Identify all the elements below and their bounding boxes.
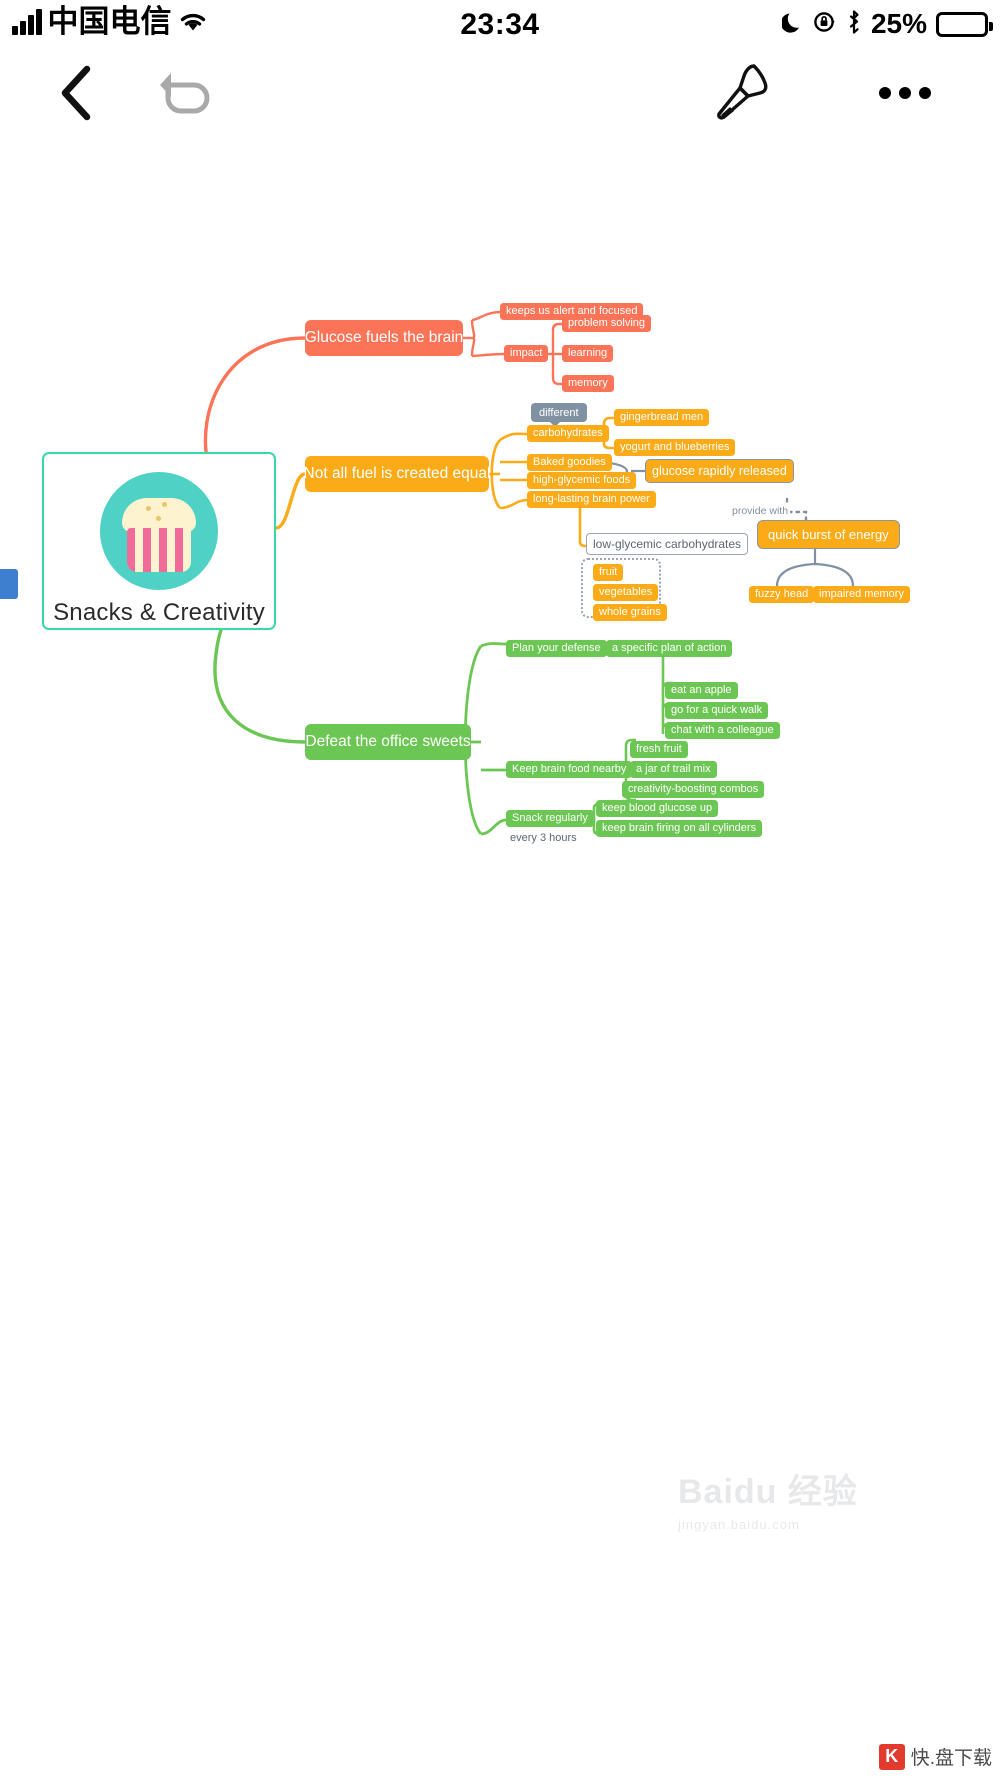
node-quick-burst-of-energy[interactable]: quick burst of energy: [757, 520, 900, 549]
leaf-a-jar-of-trail-mix[interactable]: a jar of trail mix: [630, 761, 717, 778]
leaf-gingerbread-men[interactable]: gingerbread men: [614, 409, 710, 426]
connector-lines: [203, 310, 855, 836]
leaf-learning[interactable]: learning: [562, 345, 614, 362]
leaf-yogurt-and-blueberries[interactable]: yogurt and blueberries: [614, 439, 736, 456]
leaf-keep-brain-food-nearby[interactable]: Keep brain food nearby: [506, 761, 633, 778]
callout-different[interactable]: different: [531, 403, 587, 427]
bluetooth-icon: [846, 9, 862, 39]
leaf-snack-regularly[interactable]: Snack regularly: [506, 810, 594, 827]
leaf-chat-with-a-colleague[interactable]: chat with a colleague: [665, 722, 780, 739]
branch-node-not-all-fuel[interactable]: Not all fuel is created equal: [304, 456, 490, 492]
leaf-keep-blood-glucose-up[interactable]: keep blood glucose up: [596, 800, 719, 817]
left-edge-marker: [0, 569, 18, 599]
leaf-memory[interactable]: memory: [562, 375, 614, 392]
kuaipan-logo-icon: K: [878, 1743, 905, 1770]
leaf-go-for-a-quick-walk[interactable]: go for a quick walk: [665, 702, 769, 719]
baidu-watermark-main: Baidu 经验: [678, 1473, 858, 1511]
battery-icon: [936, 11, 993, 37]
status-bar-right: 25%: [780, 8, 993, 40]
status-bar: 中国电信 23:34 25%: [0, 0, 1000, 56]
root-node[interactable]: Snacks & Creativity: [42, 452, 276, 630]
leaf-problem-solving[interactable]: problem solving: [562, 315, 652, 332]
leaf-impaired-memory[interactable]: impaired memory: [813, 586, 910, 603]
root-title: Snacks & Creativity: [53, 599, 265, 626]
leaf-impact[interactable]: impact: [504, 345, 549, 362]
leaf-eat-an-apple[interactable]: eat an apple: [665, 682, 738, 699]
node-low-glycemic-carbohydrates[interactable]: low-glycemic carbohydrates: [586, 533, 749, 555]
kuaipan-watermark: K 快.盘下载: [878, 1743, 992, 1770]
moon-icon: [780, 10, 804, 39]
branch-node-defeat-office-sweets[interactable]: Defeat the office sweets: [305, 724, 471, 760]
leaf-creativity-boosting-combos[interactable]: creativity-boosting combos: [622, 781, 765, 798]
leaf-carbohydrates[interactable]: carbohydrates: [527, 425, 609, 442]
leaf-long-lasting-brain-power[interactable]: long-lasting brain power: [527, 491, 656, 508]
leaf-whole-grains[interactable]: whole grains: [593, 604, 667, 621]
more-options-icon: [879, 87, 931, 99]
undo-button[interactable]: [152, 62, 218, 124]
node-glucose-rapidly-released[interactable]: glucose rapidly released: [645, 459, 794, 483]
leaf-baked-goodies[interactable]: Baked goodies: [527, 454, 612, 471]
cupcake-icon: [100, 472, 218, 590]
leaf-plan-your-defense[interactable]: Plan your defense: [506, 640, 607, 657]
baidu-watermark: Baidu 经验 jingyan.baidu.com: [678, 1464, 878, 1534]
battery-percent-label: 25%: [870, 8, 927, 39]
note-every-3-hours[interactable]: every 3 hours: [504, 830, 583, 847]
leaf-vegetables[interactable]: vegetables: [593, 584, 659, 601]
leaf-fresh-fruit[interactable]: fresh fruit: [630, 741, 688, 758]
back-button[interactable]: [46, 62, 108, 124]
baidu-watermark-sub: jingyan.baidu.com: [678, 1517, 800, 1532]
leaf-specific-plan-of-action[interactable]: a specific plan of action: [606, 640, 733, 657]
leaf-high-glycemic-foods[interactable]: high-glycemic foods: [527, 472, 637, 489]
rotation-lock-icon: [813, 10, 837, 39]
more-options-button[interactable]: [872, 62, 938, 124]
mindmap-canvas[interactable]: Snacks & Creativity Glucose fuels the br…: [0, 134, 1000, 1778]
branch-node-glucose[interactable]: Glucose fuels the brain: [305, 320, 463, 356]
marker-pen-icon[interactable]: [708, 60, 778, 126]
leaf-fuzzy-head[interactable]: fuzzy head: [749, 586, 815, 603]
kuaipan-label: 快.盘下载: [910, 1748, 992, 1769]
app-toolbar: [0, 56, 1000, 134]
leaf-fruit[interactable]: fruit: [593, 564, 624, 581]
edge-label-provide-with: provide with: [730, 505, 791, 517]
leaf-keep-brain-firing[interactable]: keep brain firing on all cylinders: [596, 820, 763, 837]
